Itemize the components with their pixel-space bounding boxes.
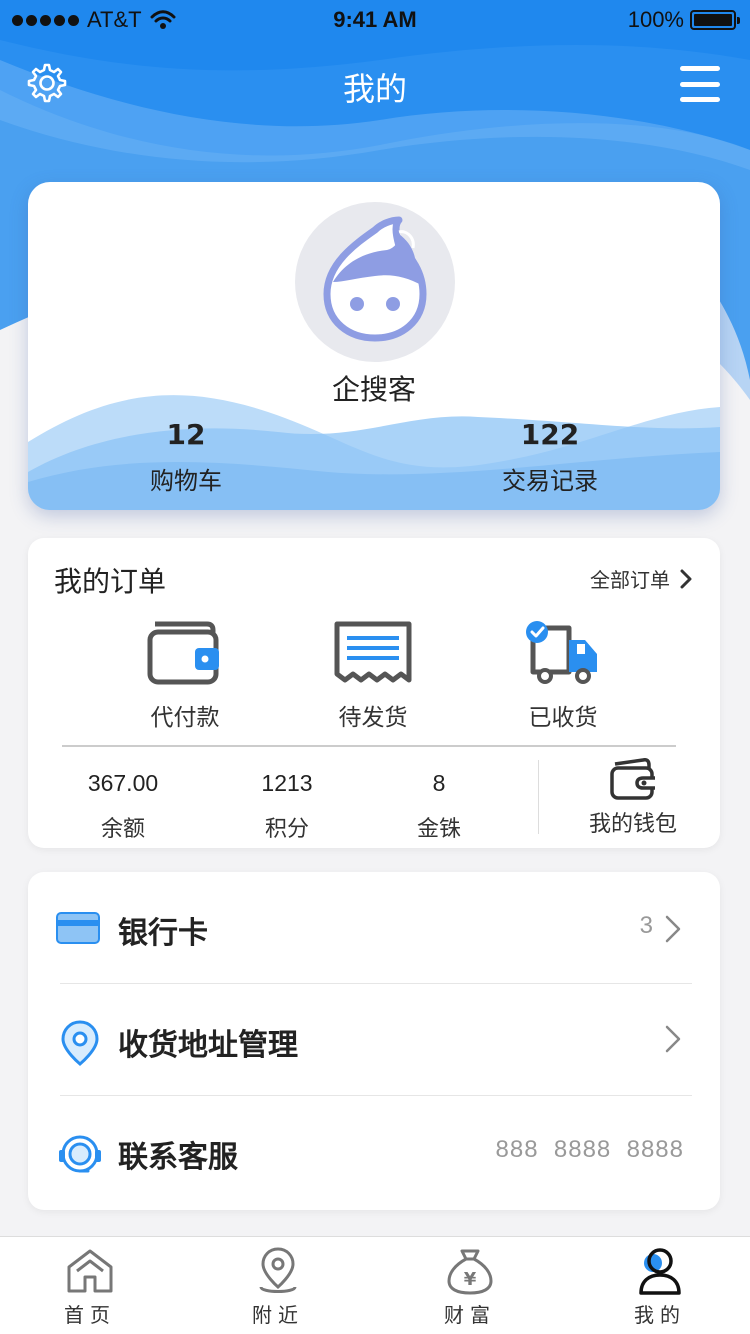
address-label: 收货地址管理 bbox=[118, 1028, 298, 1063]
order-received[interactable]: 已收货 bbox=[488, 620, 638, 732]
order-awaiting-shipment-label: 待发货 bbox=[338, 705, 408, 731]
wallet-label: 我的钱包 bbox=[588, 812, 677, 837]
location-pin-icon bbox=[61, 1020, 99, 1066]
tab-mine-label: 我的 bbox=[634, 1303, 686, 1327]
wallet-separator bbox=[538, 760, 539, 834]
order-pending-payment[interactable]: 代付款 bbox=[110, 620, 260, 732]
points-stat[interactable]: 1213 积分 bbox=[212, 770, 362, 843]
tab-mine[interactable]: 我的 bbox=[600, 1247, 720, 1328]
transactions-stat[interactable]: 122 交易记录 bbox=[450, 418, 650, 496]
list-item-bank-card[interactable]: 银行卡 3 bbox=[28, 872, 720, 984]
cart-stat[interactable]: 12 购物车 bbox=[86, 418, 286, 496]
username: 企搜客 bbox=[331, 373, 416, 406]
transactions-label: 交易记录 bbox=[502, 467, 598, 495]
money-bag-icon: ¥ bbox=[447, 1249, 493, 1295]
bank-card-label: 银行卡 bbox=[118, 916, 208, 951]
cart-label: 购物车 bbox=[150, 467, 222, 495]
order-awaiting-shipment[interactable]: 待发货 bbox=[298, 620, 448, 732]
all-orders-link[interactable]: 全部订单 bbox=[590, 564, 692, 593]
battery-icon bbox=[690, 10, 740, 30]
tab-bar: 首页 附近 ¥ 财富 我的 bbox=[0, 1236, 750, 1334]
truck-icon bbox=[526, 621, 597, 684]
status-bar: AT&T 9:41 AM 100% bbox=[0, 0, 750, 40]
tab-home[interactable]: 首页 bbox=[30, 1247, 150, 1328]
battery-percent: 100% bbox=[627, 7, 684, 32]
transactions-count: 122 bbox=[520, 418, 580, 451]
tab-nearby[interactable]: 附近 bbox=[218, 1247, 338, 1328]
orders-title: 我的订单 bbox=[54, 565, 167, 598]
page-title: 我的 bbox=[342, 70, 407, 108]
gold-value: 8 bbox=[432, 770, 446, 796]
customer-service-label: 联系客服 bbox=[118, 1140, 238, 1175]
orders-divider bbox=[62, 745, 676, 747]
points-label: 积分 bbox=[264, 817, 309, 842]
avatar[interactable] bbox=[295, 202, 455, 362]
order-pending-payment-label: 代付款 bbox=[150, 705, 220, 731]
wallet-outline-icon bbox=[610, 758, 655, 800]
gold-label: 金铢 bbox=[416, 817, 461, 842]
receipt-icon bbox=[334, 621, 412, 683]
profile-card: 企搜客 12 购物车 122 交易记录 bbox=[28, 182, 720, 510]
avatar-face-icon bbox=[323, 216, 427, 342]
customer-service-phone: 888 8888 8888 bbox=[495, 1136, 684, 1163]
bank-card-count: 3 bbox=[639, 912, 654, 939]
list-item-customer-service[interactable]: 联系客服 888 8888 8888 bbox=[28, 1096, 720, 1208]
points-value: 1213 bbox=[261, 770, 313, 796]
cart-count: 12 bbox=[166, 418, 206, 451]
chevron-right-icon bbox=[665, 1025, 681, 1053]
all-orders-label: 全部订单 bbox=[590, 568, 670, 592]
chevron-right-icon bbox=[665, 915, 681, 943]
gold-stat[interactable]: 8 金铢 bbox=[364, 770, 514, 843]
location-icon bbox=[259, 1247, 297, 1293]
my-wallet[interactable]: 我的钱包 bbox=[558, 758, 708, 838]
hamburger-icon[interactable] bbox=[680, 66, 720, 102]
headset-icon bbox=[59, 1135, 101, 1173]
svg-text:¥: ¥ bbox=[464, 1269, 477, 1290]
balance-stat[interactable]: 367.00 余额 bbox=[48, 770, 198, 843]
list-item-address[interactable]: 收货地址管理 bbox=[28, 984, 720, 1096]
tab-wealth-label: 财富 bbox=[444, 1303, 496, 1327]
chevron-right-icon bbox=[680, 569, 692, 588]
home-icon bbox=[67, 1249, 113, 1293]
tab-home-label: 首页 bbox=[64, 1303, 116, 1327]
settings-list: 银行卡 3 收货地址管理 联系客服 888 8888 8888 bbox=[28, 872, 720, 1210]
order-received-label: 已收货 bbox=[528, 705, 598, 731]
person-icon bbox=[639, 1248, 681, 1295]
orders-card: 我的订单 全部订单 代付款 待发货 已收货 367.00 余额 1213 积分 … bbox=[28, 538, 720, 848]
bank-card-icon bbox=[56, 912, 100, 944]
tab-nearby-label: 附近 bbox=[252, 1303, 304, 1327]
wallet-icon bbox=[147, 621, 219, 685]
tab-wealth[interactable]: ¥ 财富 bbox=[410, 1247, 530, 1328]
balance-label: 余额 bbox=[100, 817, 145, 842]
balance-value: 367.00 bbox=[87, 770, 159, 796]
